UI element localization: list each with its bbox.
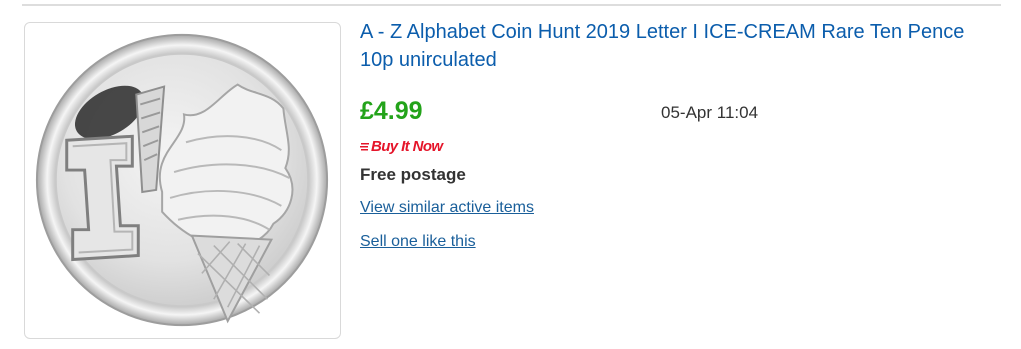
top-divider [22,4,1001,6]
listing-thumbnail[interactable] [24,22,341,339]
listing-time-left: 05-Apr 11:04 [661,103,759,122]
listing-price: £4.99 [360,97,423,125]
buy-it-now-label: Buy It Now [371,137,443,155]
buy-it-now-badge: Buy It Now [360,136,443,156]
view-similar-link[interactable]: View similar active items [360,198,534,218]
listing-title-link[interactable]: A - Z Alphabet Coin Hunt 2019 Letter I I… [360,18,980,74]
sell-one-like-this-link[interactable]: Sell one like this [360,232,476,252]
shipping-info: Free postage [360,165,466,184]
speed-lines-icon [360,143,369,151]
coin-ice-cream-icon [35,33,329,327]
